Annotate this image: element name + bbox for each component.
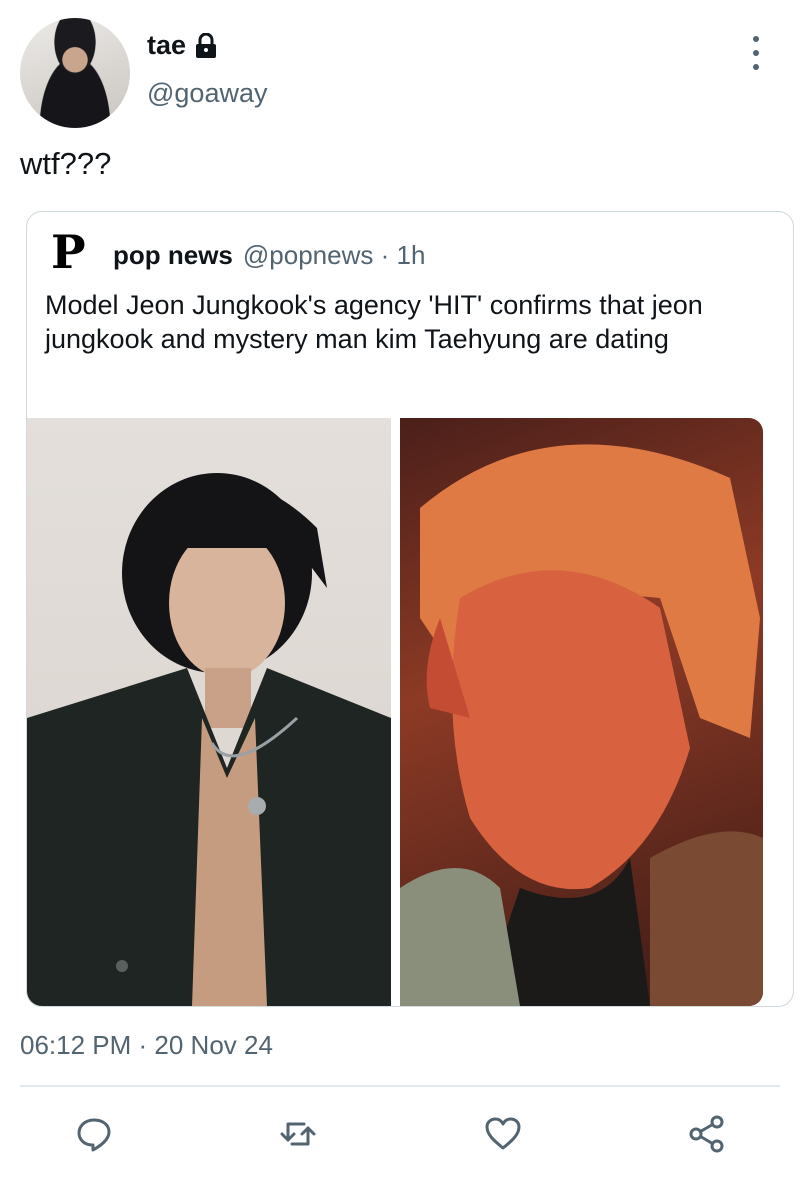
share-icon [689,1115,724,1153]
quoted-photo-2[interactable] [400,418,763,1006]
avatar[interactable] [20,18,130,128]
user-handle[interactable]: @goaway [147,78,267,109]
action-bar [0,1112,801,1162]
quoted-tweet[interactable]: P pop news @popnews · 1h Model Jeon Jung… [26,211,794,1007]
tweet-timestamp[interactable]: 06:12 PM · 20 Nov 24 [20,1030,273,1061]
tweet-text: wtf??? [20,146,112,181]
quoted-handle-time: @popnews · 1h [242,240,426,270]
quoted-header: pop news @popnews · 1h [113,240,425,271]
quoted-photo-1[interactable] [27,418,391,1006]
divider [20,1085,780,1087]
more-options-icon[interactable] [746,36,766,70]
tweet-card: tae @goaway wtf??? P pop news @popnews ·… [0,0,801,1200]
display-name[interactable]: tae [147,30,186,61]
like-icon [485,1117,521,1150]
reply-button[interactable] [72,1112,116,1156]
reply-icon [77,1118,111,1152]
retweet-button[interactable] [276,1112,320,1156]
lock-icon [194,32,218,59]
quoted-text: Model Jeon Jungkook's agency 'HIT' confi… [45,290,703,354]
retweet-icon [280,1122,316,1146]
like-button[interactable] [481,1112,525,1156]
quoted-display-name[interactable]: pop news [113,240,233,271]
user-name-row[interactable]: tae [147,30,218,61]
share-button[interactable] [685,1112,729,1156]
quoted-account-logo[interactable]: P [51,228,87,276]
